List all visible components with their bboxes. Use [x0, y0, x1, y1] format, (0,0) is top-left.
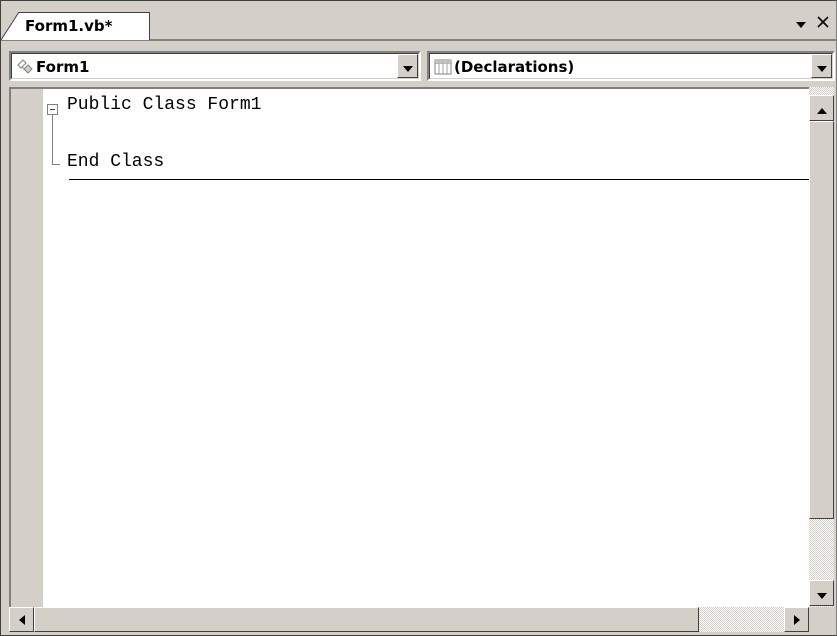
close-tab-button[interactable]	[813, 13, 833, 33]
method-name-combo[interactable]: (Declarations)	[427, 51, 835, 81]
window-menu-button[interactable]	[791, 13, 811, 33]
arrow-up-icon	[816, 99, 827, 118]
collapse-icon[interactable]	[47, 104, 58, 115]
horizontal-scrollbar[interactable]	[9, 607, 809, 632]
procedure-separator	[69, 179, 809, 180]
navigation-bar: Form1 (Declarations)	[1, 45, 836, 87]
dropdown-arrow-icon	[402, 57, 413, 76]
tab-form1-vb[interactable]: Form1.vb*	[1, 12, 150, 40]
code-editor[interactable]: Public Class Form1 End Class	[9, 87, 809, 607]
declarations-icon	[433, 57, 453, 77]
code-line: End Class	[67, 152, 165, 172]
dropdown-arrow-icon	[795, 13, 807, 34]
close-icon	[816, 13, 830, 34]
scroll-right-button[interactable]	[784, 607, 809, 632]
code-line: Public Class Form1	[67, 95, 262, 115]
scroll-up-button[interactable]	[809, 95, 834, 121]
dropdown-arrow-icon	[816, 57, 827, 76]
class-name-value: Form1	[36, 58, 90, 76]
tab-label: Form1.vb*	[25, 17, 113, 35]
arrow-down-icon	[816, 584, 827, 603]
scroll-left-button[interactable]	[9, 607, 34, 632]
arrow-right-icon	[793, 610, 800, 629]
class-name-combo[interactable]: Form1	[9, 51, 421, 81]
outline-end-tick	[52, 164, 60, 165]
class-name-dropdown-button[interactable]	[397, 54, 418, 78]
combo-border: Form1	[11, 53, 419, 79]
code-editor-window: Form1.vb* Form1 (Declarations) Public Cl…	[0, 0, 837, 636]
vertical-scrollbar[interactable]	[809, 87, 834, 607]
indicator-margin	[11, 89, 43, 607]
vertical-scroll-thumb[interactable]	[809, 121, 834, 519]
class-icon	[15, 57, 35, 77]
scrollbar-corner	[809, 607, 834, 632]
horizontal-scroll-thumb[interactable]	[34, 607, 699, 632]
document-tab-strip: Form1.vb*	[1, 1, 836, 41]
arrow-left-icon	[18, 610, 25, 629]
scroll-down-button[interactable]	[809, 580, 834, 606]
method-name-value: (Declarations)	[454, 58, 575, 76]
combo-border: (Declarations)	[429, 53, 833, 79]
tab-slant-edge	[1, 12, 19, 40]
method-name-dropdown-button[interactable]	[811, 54, 832, 78]
outline-line	[52, 115, 53, 165]
